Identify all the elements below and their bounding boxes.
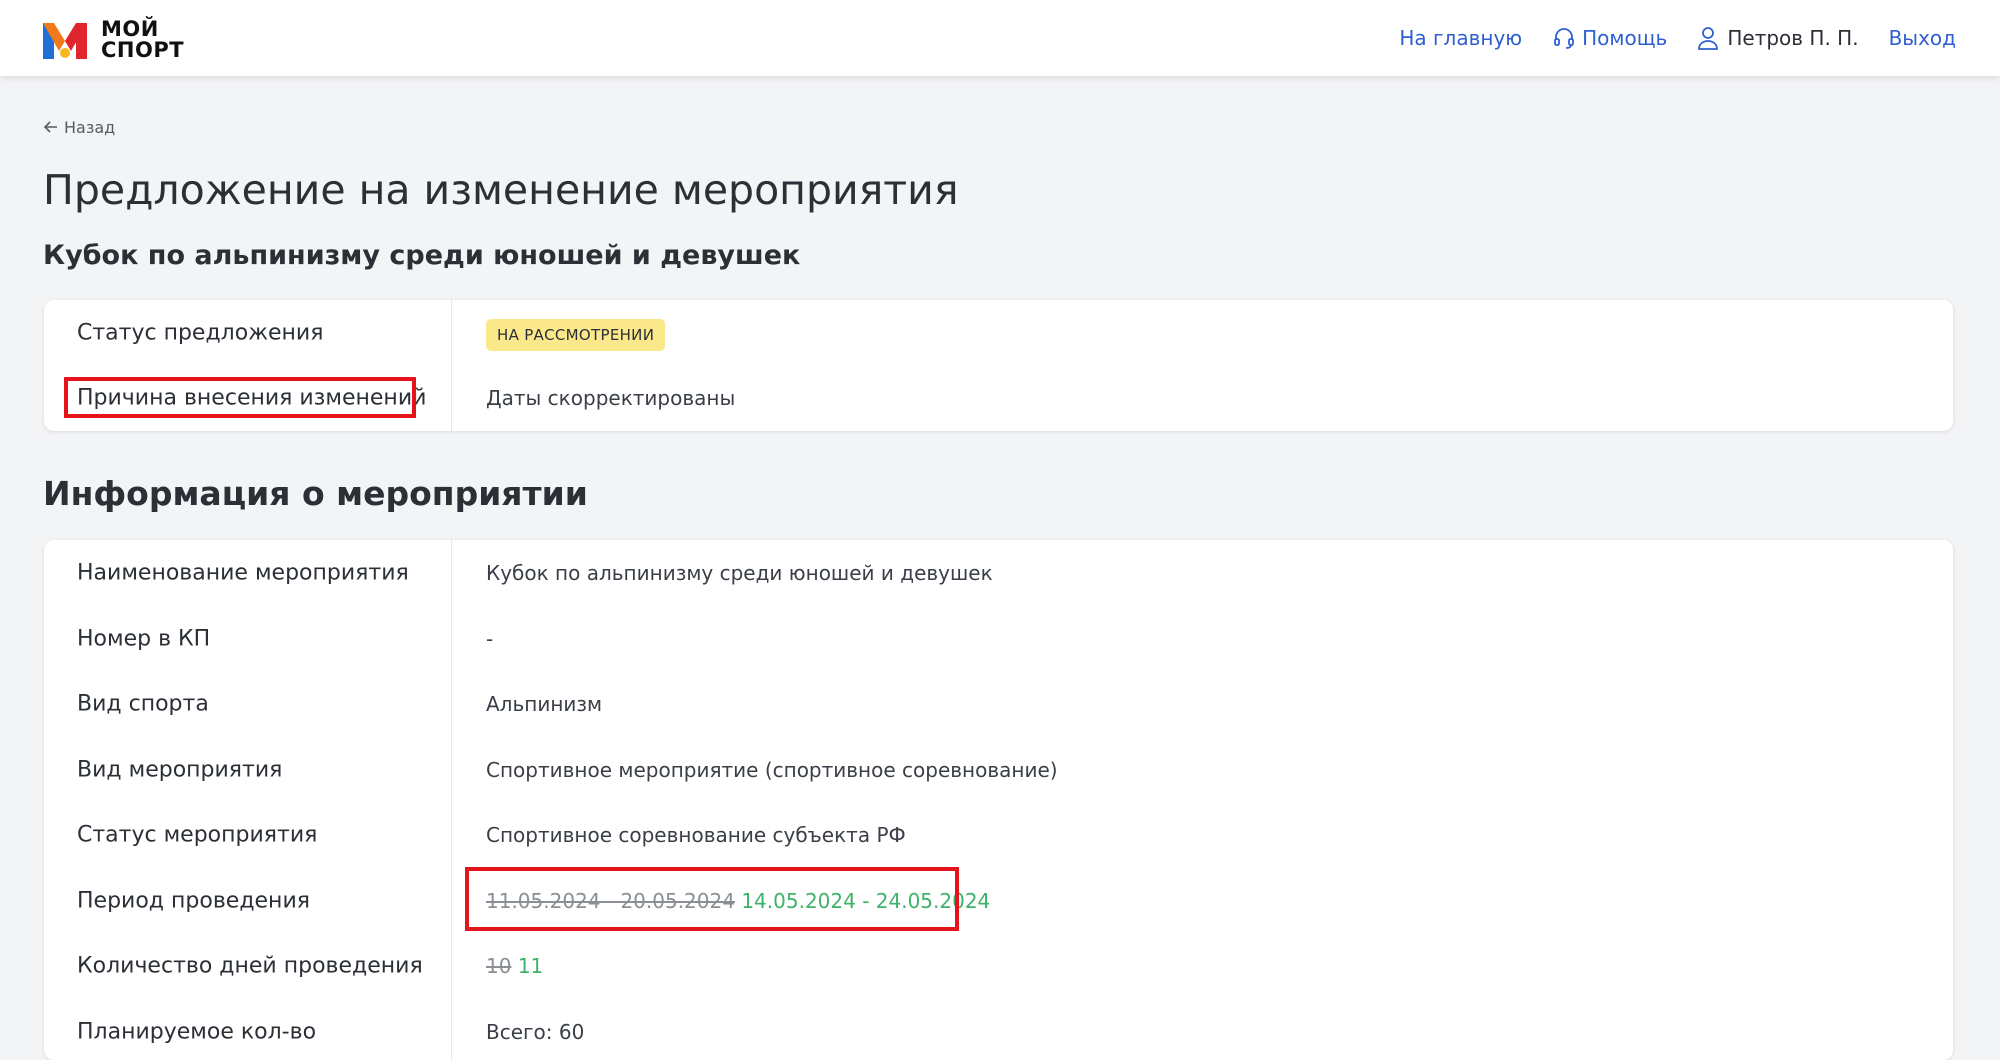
logo-text: МОЙ СПОРТ (101, 19, 184, 61)
period-label: Период проведения (77, 888, 310, 914)
event-info-card: Наименование мероприятия Кубок по альпин… (44, 540, 1953, 1060)
planned-value: Всего: 60 (486, 1020, 585, 1044)
event-info-value: Альпинизм (486, 692, 603, 716)
event-kp-number-row: Номер в КП - (44, 606, 1953, 672)
status-badge: НА РАССМОТРЕНИИ (486, 319, 666, 351)
event-type-row: Вид мероприятия Спортивное мероприятие (… (44, 737, 1953, 803)
page-title: Предложение на изменение мероприятия (43, 166, 959, 214)
logo[interactable]: МОЙ СПОРТ (43, 19, 193, 61)
event-days-row: Количество дней проведения 10 11 (44, 933, 1953, 999)
period-value-highlight (465, 867, 959, 931)
user-menu[interactable]: Петров П. П. (1697, 26, 1859, 50)
reason-label-highlight (64, 377, 416, 418)
event-info-value: Кубок по альпинизму среди юношей и девуш… (486, 561, 993, 585)
days-old-value: 10 (486, 954, 512, 978)
event-info-value: - (486, 627, 494, 651)
headset-icon (1552, 26, 1576, 50)
event-planned-row: Планируемое кол-во Всего: 60 (44, 999, 1953, 1060)
event-info-section-title: Информация о мероприятии (43, 474, 588, 513)
status-label: Статус предложения (77, 320, 324, 346)
event-info-label: Номер в КП (77, 626, 211, 652)
nav-help-label: Помощь (1582, 26, 1668, 50)
days-value: 10 11 (486, 954, 543, 978)
days-new-value: 11 (517, 954, 544, 978)
logout-label: Выход (1888, 26, 1956, 50)
arrow-left-icon (43, 118, 58, 137)
top-bar: МОЙ СПОРТ На главную Помощь Петров П. П.… (0, 0, 2000, 76)
header-nav: На главную Помощь Петров П. П. Выход (1399, 0, 1956, 76)
logo-line-1: МОЙ (101, 17, 159, 41)
status-value-wrap: НА РАССМОТРЕНИИ (486, 319, 666, 351)
event-status-row: Статус мероприятия Спортивное соревнован… (44, 802, 1953, 868)
nav-home-label: На главную (1399, 26, 1523, 50)
logout-link[interactable]: Выход (1889, 26, 1956, 50)
nav-help-link[interactable]: Помощь (1552, 26, 1667, 50)
event-info-label: Вид мероприятия (77, 757, 283, 783)
event-info-label: Наименование мероприятия (77, 560, 409, 586)
event-info-label: Вид спорта (77, 691, 209, 717)
event-period-row: Период проведения 11.05.2024 - 20.05.202… (44, 868, 1953, 934)
event-subtitle: Кубок по альпинизму среди юношей и девуш… (43, 240, 801, 271)
event-info-value: Спортивное соревнование субъекта РФ (486, 823, 906, 847)
event-name-row: Наименование мероприятия Кубок по альпин… (44, 540, 1953, 606)
reason-value: Даты скорректированы (486, 386, 736, 410)
planned-label: Планируемое кол-во (77, 1019, 317, 1045)
event-info-value: Спортивное мероприятие (спортивное сорев… (486, 758, 1058, 782)
user-icon (1697, 26, 1719, 50)
logo-line-2: СПОРТ (101, 38, 185, 62)
back-label: Назад (64, 118, 116, 137)
logo-mark-icon (43, 21, 87, 59)
back-link[interactable]: Назад (43, 118, 116, 137)
nav-home-link[interactable]: На главную (1399, 26, 1522, 50)
days-label: Количество дней проведения (77, 953, 423, 979)
event-info-label: Статус мероприятия (77, 822, 318, 848)
proposal-status-row: Статус предложения НА РАССМОТРЕНИИ (44, 300, 1953, 366)
user-name: Петров П. П. (1727, 26, 1859, 50)
event-sport-row: Вид спорта Альпинизм (44, 671, 1953, 737)
